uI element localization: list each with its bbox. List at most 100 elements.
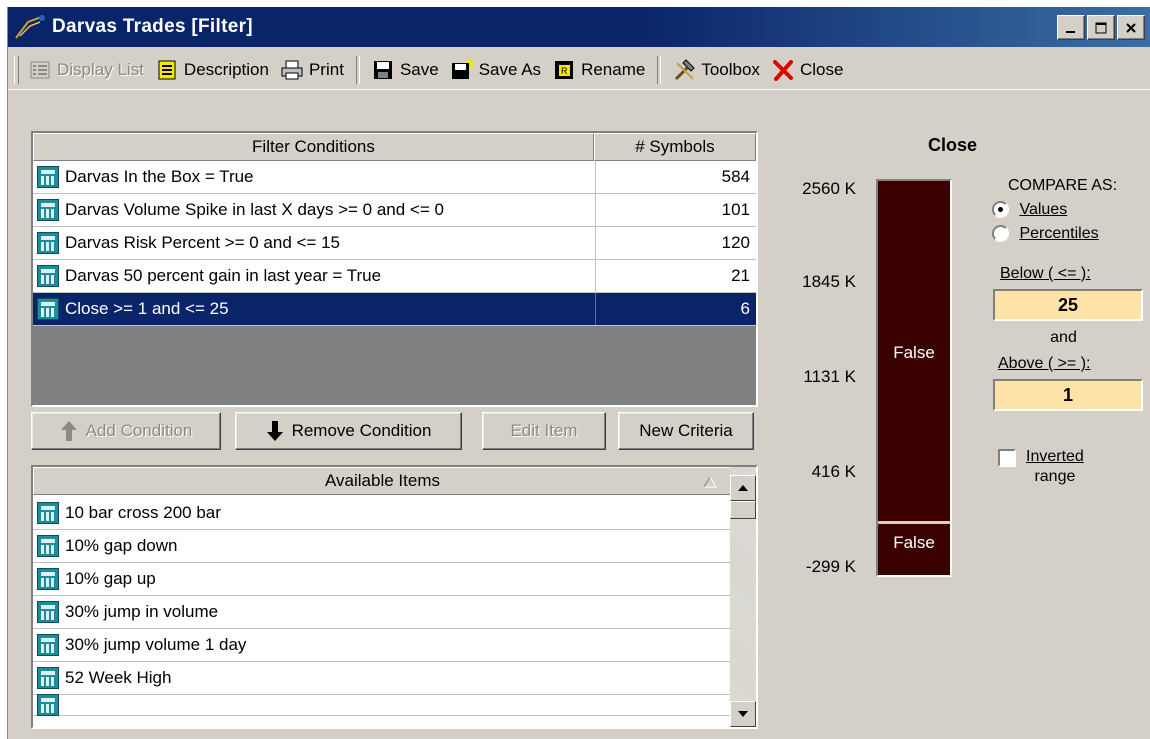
calculator-icon <box>37 199 59 221</box>
minimize-icon <box>1066 30 1075 33</box>
vertical-scrollbar[interactable] <box>730 467 756 727</box>
filter-window: Darvas Trades [Filter] Display List Desc… <box>7 7 1150 739</box>
condition-row-selected[interactable]: Close >= 1 and <= 25 6 <box>33 293 756 326</box>
radio-button <box>992 225 1009 243</box>
list-item[interactable]: 10 bar cross 200 bar <box>33 497 730 530</box>
percentiles-label: Percentiles <box>1019 225 1099 242</box>
y-tick-label: 1131 K <box>803 367 856 386</box>
remove-condition-label: Remove Condition <box>291 421 432 440</box>
calculator-icon <box>37 535 59 557</box>
item-label: 30% jump volume 1 day <box>65 635 247 654</box>
item-label: 30% jump in volume <box>65 602 219 621</box>
condition-row[interactable]: Darvas 50 percent gain in last year = Tr… <box>33 260 756 293</box>
save-as-button[interactable]: Save As <box>445 56 547 84</box>
toolbox-icon <box>673 59 696 81</box>
minimize-button[interactable] <box>1057 15 1085 40</box>
list-item-partial[interactable] <box>33 694 730 716</box>
rename-label: Rename <box>581 60 646 79</box>
floppy-disk-icon <box>372 59 394 81</box>
svg-text:R: R <box>561 66 568 76</box>
maximize-icon <box>1095 22 1107 33</box>
print-button[interactable]: Print <box>275 56 350 84</box>
radio-percentiles[interactable]: Percentiles <box>992 225 1150 243</box>
close-button[interactable]: Close <box>766 56 849 84</box>
list-item[interactable]: 52 Week High <box>33 662 730 695</box>
toolbox-button[interactable]: Toolbox <box>667 56 766 84</box>
radio-values[interactable]: Values <box>992 201 1150 219</box>
below-value-field[interactable]: 25 <box>993 289 1143 321</box>
inverted-range-checkbox[interactable]: Inverted range <box>998 447 1150 487</box>
symbol-count: 21 <box>595 260 756 292</box>
compare-panel: COMPARE AS: Values Percentiles Below ( <… <box>978 177 1150 487</box>
list-item[interactable]: 10% gap up <box>33 563 730 596</box>
bar-divider <box>878 521 950 524</box>
calculator-icon <box>37 568 59 590</box>
list-icon <box>29 59 51 81</box>
description-button[interactable]: Description <box>150 56 275 84</box>
range-label: range <box>1034 468 1076 485</box>
close-label: Close <box>799 60 844 79</box>
rename-icon: R <box>553 59 575 81</box>
list-item[interactable]: 30% jump volume 1 day <box>33 629 730 662</box>
y-tick-label: -299 K <box>805 557 856 576</box>
symbol-count: 120 <box>595 227 756 259</box>
close-window-button[interactable] <box>1117 15 1145 40</box>
title-bar: Darvas Trades [Filter] <box>8 7 1150 47</box>
scroll-up-button[interactable] <box>730 475 756 501</box>
add-condition-button[interactable]: Add Condition <box>31 412 221 450</box>
edit-item-button[interactable]: Edit Item <box>482 412 606 450</box>
edit-item-label: Edit Item <box>510 421 578 440</box>
description-icon <box>156 59 178 81</box>
rename-button[interactable]: R Rename <box>547 56 651 84</box>
save-as-icon <box>451 59 473 81</box>
condition-row[interactable]: Darvas Volume Spike in last X days >= 0 … <box>33 194 756 227</box>
arrow-up-icon <box>60 421 77 441</box>
scrollbar-thumb[interactable] <box>730 501 756 519</box>
new-criteria-button[interactable]: New Criteria <box>618 412 754 450</box>
window-title: Darvas Trades [Filter] <box>52 16 253 37</box>
toolbar: Display List Description Print Save Save… <box>8 51 1150 90</box>
above-value-field[interactable]: 1 <box>993 379 1143 411</box>
conditions-header: Filter Conditions # Symbols <box>33 133 756 161</box>
maximize-button[interactable] <box>1087 15 1115 40</box>
above-label: Above ( >= ): <box>998 355 1091 372</box>
toolbar-separator <box>657 56 662 84</box>
new-criteria-label: New Criteria <box>639 421 733 440</box>
item-label: 10% gap down <box>65 536 178 555</box>
save-button[interactable]: Save <box>366 56 445 84</box>
scroll-down-button[interactable] <box>730 701 756 727</box>
save-as-label: Save As <box>478 60 542 79</box>
radio-button-checked <box>992 201 1009 219</box>
condition-row[interactable]: Darvas In the Box = True 584 <box>33 161 756 194</box>
calculator-icon <box>37 667 59 689</box>
values-label: Values <box>1019 201 1068 218</box>
calculator-icon <box>37 298 59 320</box>
sort-ascending-icon <box>703 476 717 488</box>
remove-condition-button[interactable]: Remove Condition <box>235 412 462 450</box>
calculator-icon <box>37 694 59 716</box>
range-bar[interactable]: False False <box>876 179 952 577</box>
bar-lower-label: False <box>893 533 935 552</box>
toolbar-separator <box>355 56 360 84</box>
arrow-down-icon <box>266 421 283 441</box>
available-items-label: Available Items <box>325 471 440 490</box>
below-label: Below ( <= ): <box>1000 265 1091 282</box>
condition-label: Close >= 1 and <= 25 <box>65 299 229 318</box>
calculator-icon <box>37 265 59 287</box>
display-list-label: Display List <box>57 60 144 79</box>
item-label: 10% gap up <box>65 569 156 588</box>
list-item[interactable]: 10% gap down <box>33 530 730 563</box>
column-header-filter-conditions[interactable]: Filter Conditions <box>33 133 594 161</box>
condition-label: Darvas Volume Spike in last X days >= 0 … <box>65 200 444 219</box>
red-x-icon <box>772 59 794 81</box>
available-header: Available Items <box>33 467 756 495</box>
column-header-symbols[interactable]: # Symbols <box>593 133 756 161</box>
display-list-button[interactable]: Display List <box>23 56 150 84</box>
list-item[interactable]: 30% jump in volume <box>33 596 730 629</box>
inverted-label: Inverted <box>1026 448 1084 465</box>
column-header-available-items[interactable]: Available Items <box>33 467 732 495</box>
condition-label: Darvas In the Box = True <box>65 167 254 186</box>
condition-row[interactable]: Darvas Risk Percent >= 0 and <= 15 120 <box>33 227 756 260</box>
add-condition-label: Add Condition <box>85 421 193 440</box>
close-icon <box>1126 22 1136 33</box>
